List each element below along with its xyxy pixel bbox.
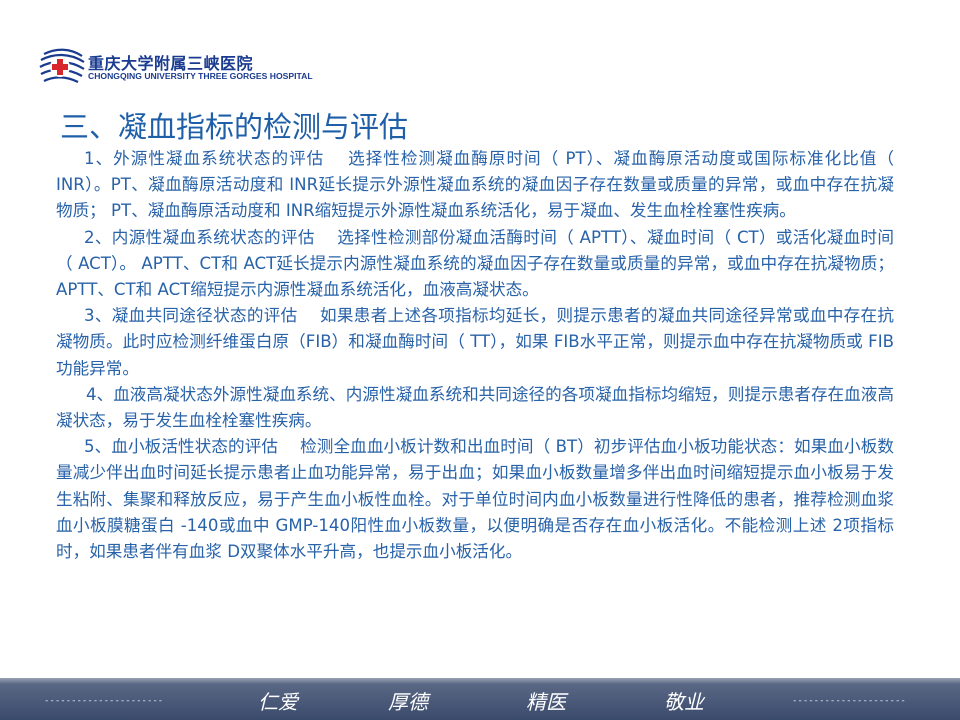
motto-ren-ai: 仁爱	[258, 690, 298, 714]
paragraph-platelet: 5、血小板活性状态的评估 检测全血血小板计数和出血时间（ BT）初步评估血小板功…	[56, 437, 894, 562]
footer-right-dashes: ---------------------	[792, 696, 906, 706]
hospital-name-english: CHONGQING UNIVERSITY THREE GORGES HOSPIT…	[88, 71, 313, 81]
section-heading: 三、凝血指标的检测与评估	[60, 110, 409, 144]
content-body: 1、外源性凝血系统状态的评估 选择性检测凝血酶原时间（ PT）、凝血酶原活动度或…	[56, 146, 894, 565]
paragraph-intrinsic: 2、内源性凝血系统状态的评估 选择性检测部份凝血活酶时间（ APTT）、凝血时间…	[56, 227, 894, 300]
footer-left-dashes: ----------------------	[44, 696, 164, 706]
motto-hou-de: 厚德	[388, 690, 428, 714]
paragraph-common-pathway: 3、凝血共同途径状态的评估 如果患者上述各项指标均延长，则提示患者的凝血共同途径…	[56, 306, 894, 378]
paragraph-hypercoagulable: 4、血液高凝状态外源性凝血系统、内源性凝血系统和共同途径的各项凝血指标均缩短，则…	[56, 384, 894, 431]
motto-jing-yi: 精医	[526, 690, 566, 714]
paragraph-extrinsic: 1、外源性凝血系统状态的评估 选择性检测凝血酶原时间（ PT）、凝血酶原活动度或…	[56, 149, 894, 221]
footer-bar: ---------------------- 仁爱 厚德 精医 敬业 -----…	[0, 678, 960, 720]
hospital-logo: 重庆大学附属三峡医院 CHONGQING UNIVERSITY THREE GO…	[38, 44, 313, 90]
hospital-emblem-icon	[39, 48, 85, 83]
motto-jing-ye: 敬业	[664, 690, 704, 714]
